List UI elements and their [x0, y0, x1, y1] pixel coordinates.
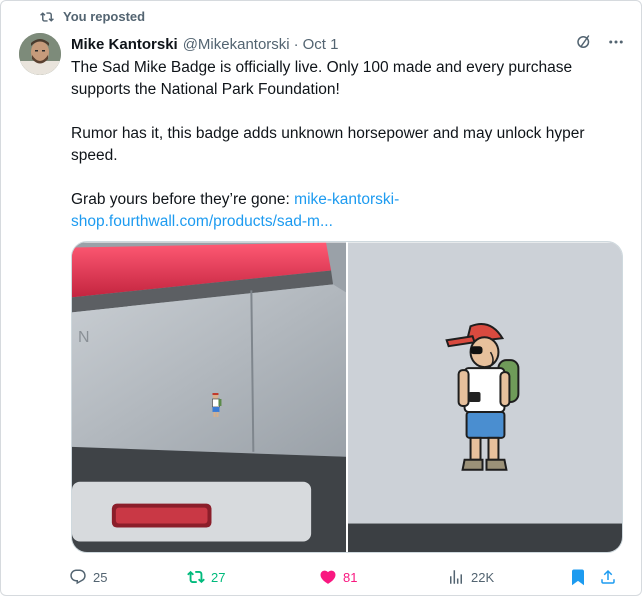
repost-button[interactable]: 27 — [187, 565, 225, 589]
avatar[interactable] — [19, 33, 61, 75]
author-handle[interactable]: @Mikekantorski — [183, 36, 290, 53]
tweet-text: The Sad Mike Badge is officially live. O… — [71, 57, 616, 233]
tweet-paragraph-3: Grab yours before they’re gone: mike-kan… — [71, 189, 616, 233]
bookmark-button[interactable] — [569, 565, 587, 589]
tweet-card[interactable]: You reposted Mike Kantorski @Mikekantors… — [0, 0, 642, 596]
analytics-icon — [450, 570, 462, 584]
reply-count: 25 — [93, 569, 108, 585]
retweet-icon — [40, 11, 54, 22]
repost-label: You reposted — [63, 9, 146, 24]
repost-count: 27 — [211, 569, 226, 585]
truck-tailgate-image[interactable]: N — [72, 242, 346, 553]
repost-indicator: You reposted — [39, 9, 145, 24]
bookmark-icon — [572, 569, 584, 586]
tweet-actions: 25 27 81 22K — [69, 565, 627, 589]
like-button[interactable]: 81 — [319, 565, 357, 589]
heart-icon — [320, 570, 336, 584]
tweet-paragraph-2: Rumor has it, this badge adds unknown ho… — [71, 125, 585, 164]
author-name[interactable]: Mike Kantorski — [71, 36, 178, 53]
tweet-paragraph-1: The Sad Mike Badge is officially live. O… — [71, 59, 573, 98]
views-button[interactable]: 22K — [447, 565, 494, 589]
share-button[interactable] — [599, 565, 617, 589]
svg-text:N: N — [78, 329, 90, 346]
share-icon — [601, 569, 615, 584]
grok-icon[interactable] — [575, 33, 593, 51]
like-count: 81 — [343, 569, 358, 585]
media-grid[interactable]: N — [71, 241, 623, 553]
views-count: 22K — [471, 569, 495, 585]
more-options-icon[interactable] — [607, 33, 625, 51]
reply-icon — [70, 569, 86, 585]
link-prefix: Grab yours before they’re gone: — [71, 191, 295, 208]
retweet-icon — [187, 570, 205, 584]
badge-closeup-image[interactable] — [348, 242, 622, 553]
tweet-header: Mike Kantorski @Mikekantorski · Oct 1 — [71, 33, 625, 55]
reply-button[interactable]: 25 — [69, 565, 107, 589]
header-separator: · — [293, 35, 299, 53]
tweet-date[interactable]: Oct 1 — [303, 36, 339, 53]
